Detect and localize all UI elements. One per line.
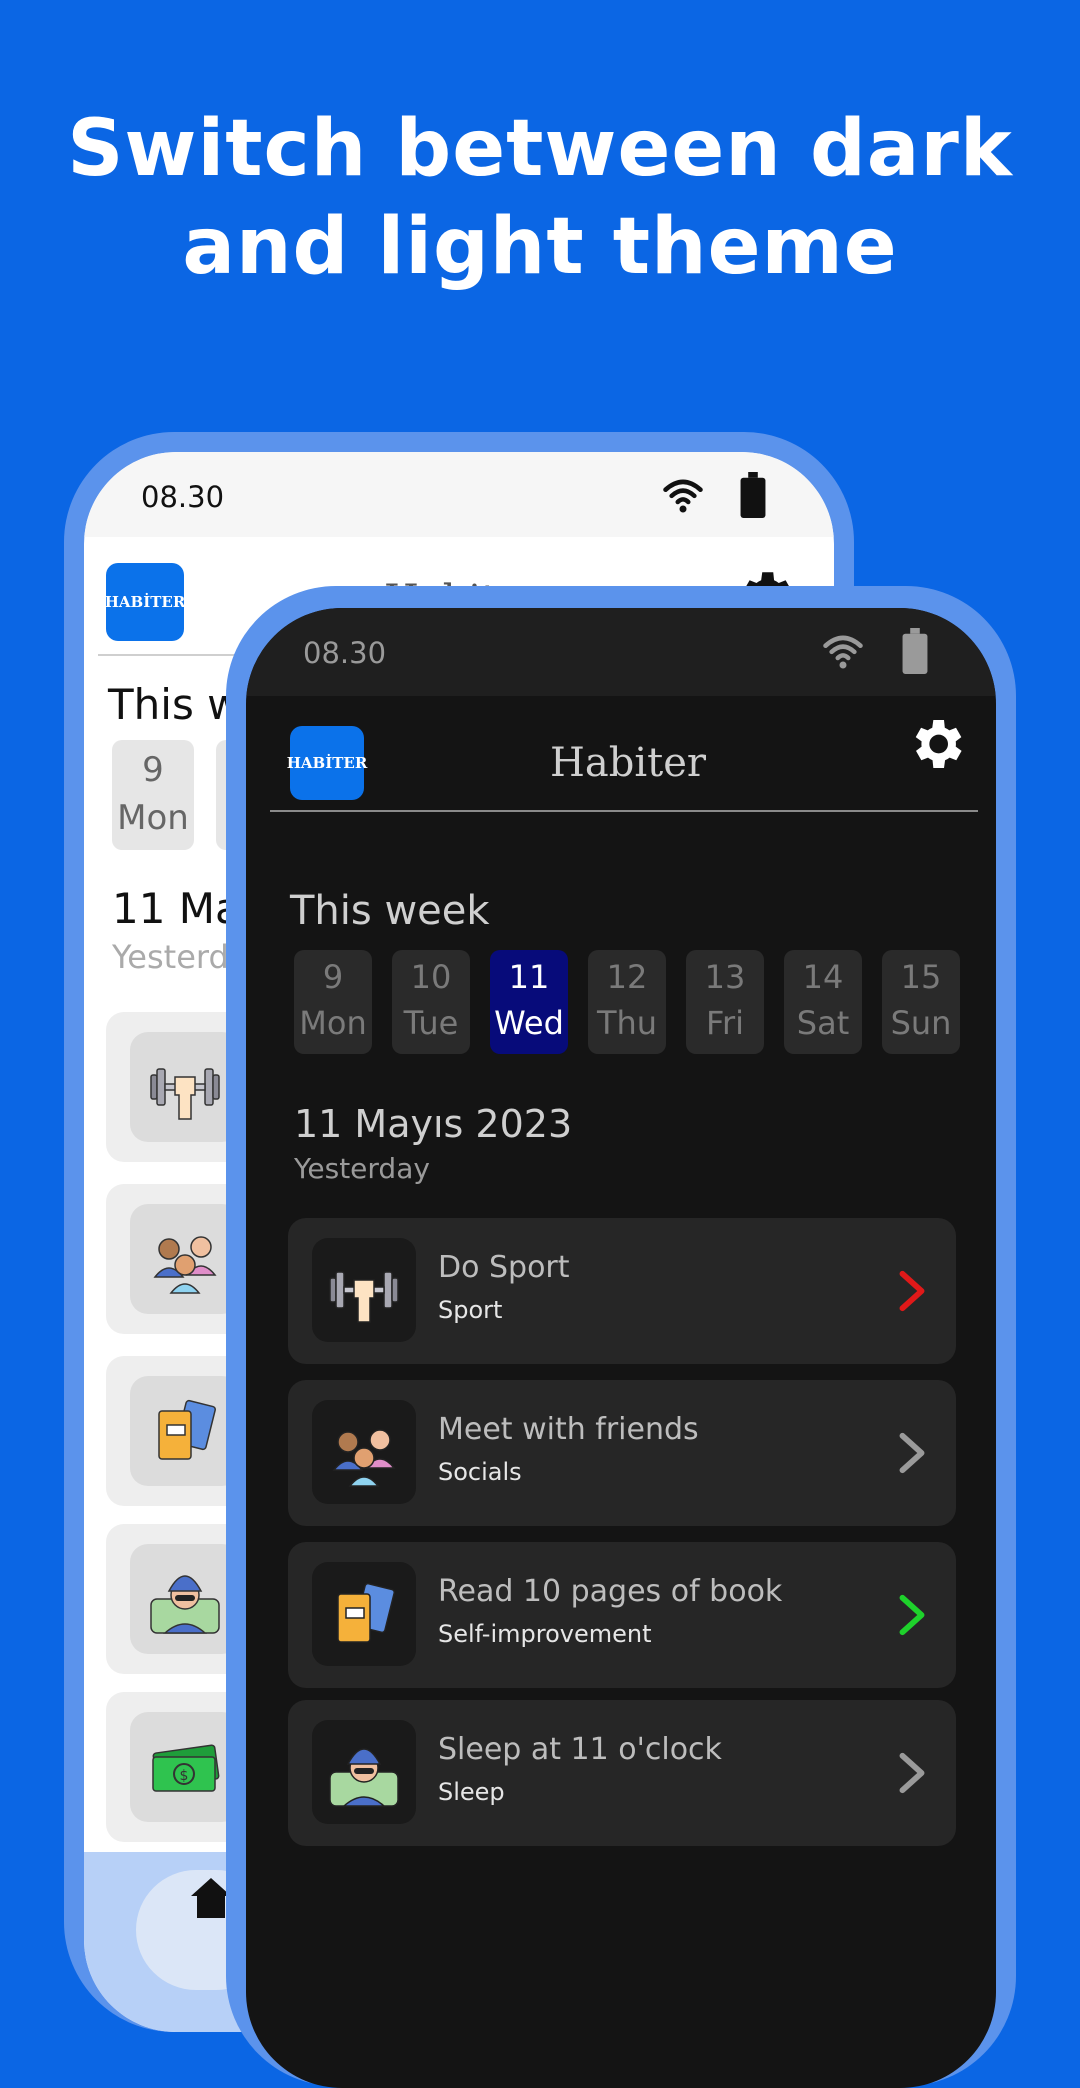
day-number: 9: [142, 750, 164, 790]
light-status-bar: 08.30: [84, 452, 834, 537]
day-name: Wed: [494, 1004, 564, 1042]
day-name: Mon: [299, 1004, 367, 1042]
day-chip-fri[interactable]: 13 Fri: [686, 950, 764, 1054]
habit-category: Sport: [438, 1296, 503, 1324]
habit-card-sleep[interactable]: Sleep at 11 o'clock Sleep: [288, 1700, 956, 1846]
chevron-right-icon[interactable]: [894, 1750, 930, 1796]
day-name: Sun: [890, 1004, 952, 1042]
battery-icon: [740, 472, 766, 518]
day-name: Fri: [705, 1004, 745, 1042]
habit-category: Socials: [438, 1458, 522, 1486]
day-number: 14: [802, 958, 844, 996]
day-number: 15: [900, 958, 942, 996]
headline: Switch between dark and light theme: [0, 100, 1080, 296]
dumbbell-icon: [130, 1032, 240, 1142]
gear-icon[interactable]: [904, 712, 968, 776]
day-name: Thu: [596, 1004, 658, 1042]
chevron-right-icon[interactable]: [894, 1268, 930, 1314]
friends-icon: [130, 1204, 240, 1314]
dark-app-title: Habiter: [550, 740, 706, 786]
wifi-icon: [823, 635, 863, 669]
dark-status-bar: 08.30: [246, 608, 996, 696]
habit-title: Read 10 pages of book: [438, 1574, 783, 1609]
day-chip-mon[interactable]: 9 Mon: [294, 950, 372, 1054]
day-chip-thu[interactable]: 12 Thu: [588, 950, 666, 1054]
day-chip-sun[interactable]: 15 Sun: [882, 950, 960, 1054]
book-icon: [130, 1376, 240, 1486]
headline-line-1: Switch between dark: [67, 104, 1013, 194]
sleep-icon: [312, 1720, 416, 1824]
dark-week-label: This week: [290, 888, 490, 934]
habit-title: Sleep at 11 o'clock: [438, 1732, 722, 1767]
dark-phone-screen: 08.30 HABİTER Habiter This week 9 Mon 10…: [246, 608, 996, 2088]
book-icon: [312, 1562, 416, 1666]
day-number: 11: [508, 958, 550, 996]
day-chip-wed-selected[interactable]: 11 Wed: [490, 950, 568, 1054]
day-name: Sat: [796, 1004, 850, 1042]
dark-sub-label: Yesterday: [294, 1152, 430, 1185]
day-number: 13: [704, 958, 746, 996]
wifi-icon: [663, 479, 703, 513]
battery-icon: [902, 628, 928, 674]
chevron-right-icon[interactable]: [894, 1592, 930, 1638]
day-name: Tue: [403, 1004, 459, 1042]
dark-app-logo: HABİTER: [287, 726, 367, 800]
habit-title: Do Sport: [438, 1250, 570, 1285]
friends-icon: [312, 1400, 416, 1504]
habit-card-do-sport[interactable]: Do Sport Sport: [288, 1218, 956, 1364]
dumbbell-icon: [312, 1238, 416, 1342]
chevron-right-icon[interactable]: [894, 1430, 930, 1476]
dark-date-label: 11 Mayıs 2023: [294, 1102, 573, 1146]
money-icon: $: [130, 1712, 240, 1822]
habit-card-meet-friends[interactable]: Meet with friends Socials: [288, 1380, 956, 1526]
day-number: 12: [606, 958, 648, 996]
day-number: 10: [410, 958, 452, 996]
habit-card-read-book[interactable]: Read 10 pages of book Self-improvement: [288, 1542, 956, 1688]
headline-line-2: and light theme: [182, 202, 898, 292]
habit-category: Sleep: [438, 1778, 505, 1806]
dark-status-time: 08.30: [303, 636, 387, 670]
habit-category: Self-improvement: [438, 1620, 652, 1648]
light-app-logo: HABİTER: [105, 563, 185, 641]
day-chip-sat[interactable]: 14 Sat: [784, 950, 862, 1054]
dark-header-divider: [270, 810, 978, 812]
light-day-chip[interactable]: 9 Mon: [112, 740, 194, 850]
habit-title: Meet with friends: [438, 1412, 699, 1447]
light-status-time: 08.30: [141, 480, 225, 514]
sleep-icon: [130, 1544, 240, 1654]
day-name: Mon: [117, 798, 189, 838]
day-chip-tue[interactable]: 10 Tue: [392, 950, 470, 1054]
day-number: 9: [322, 958, 344, 996]
svg-text:$: $: [180, 1768, 189, 1784]
